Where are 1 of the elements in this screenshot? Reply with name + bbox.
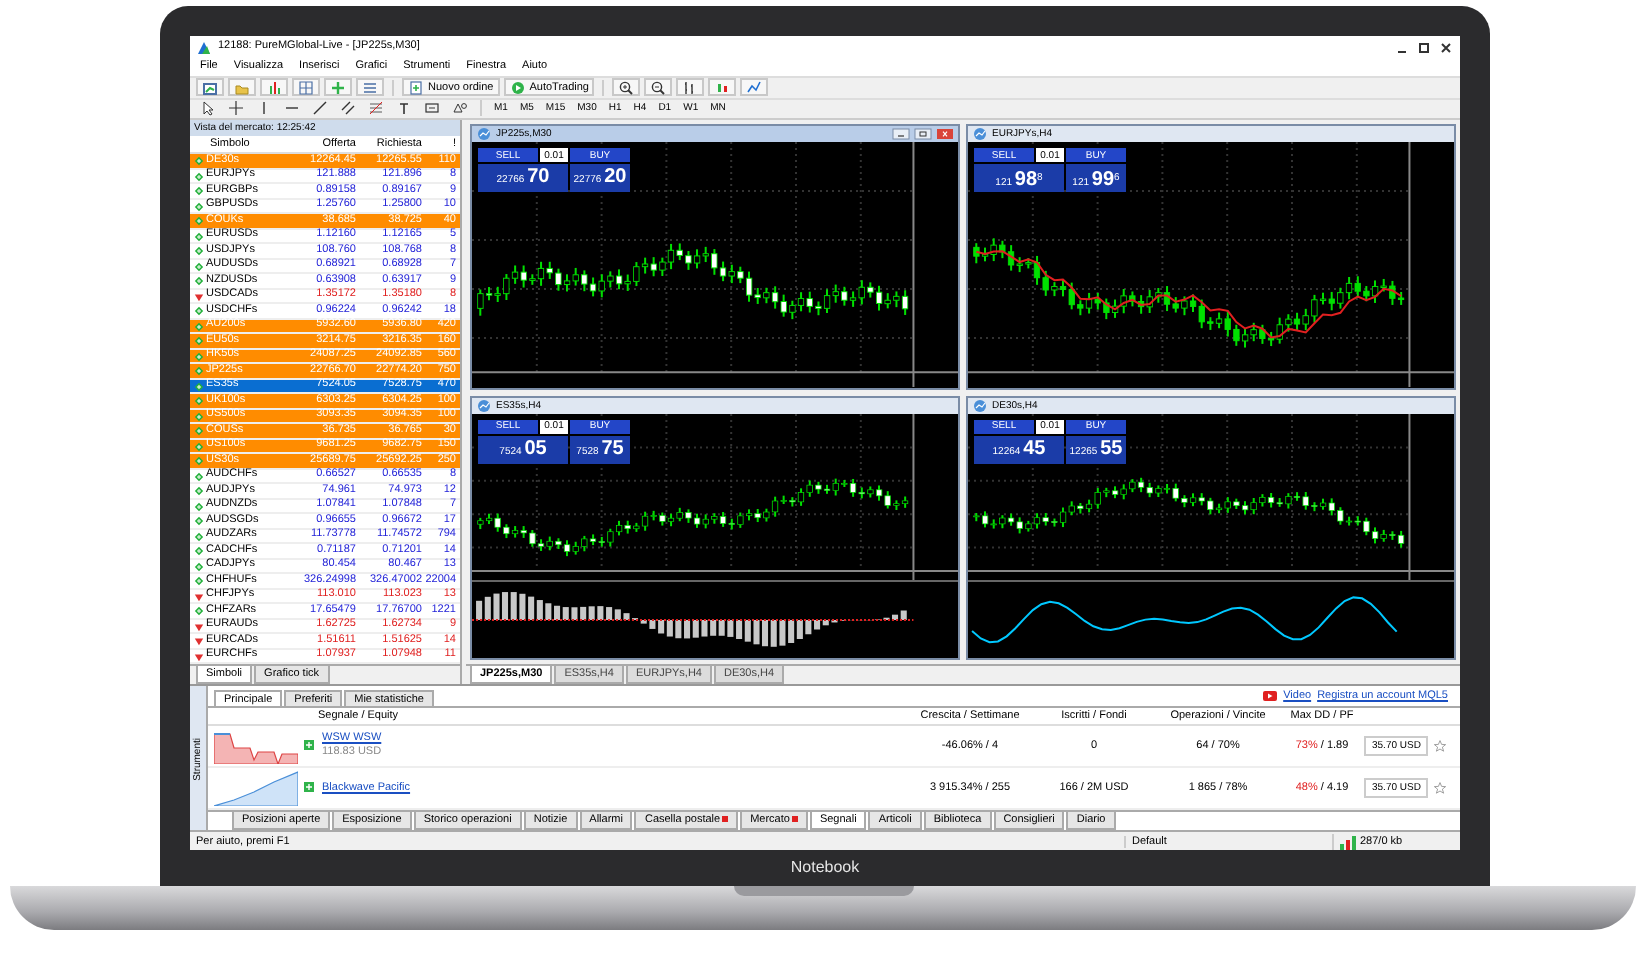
device-label: Notebook: [788, 856, 862, 880]
